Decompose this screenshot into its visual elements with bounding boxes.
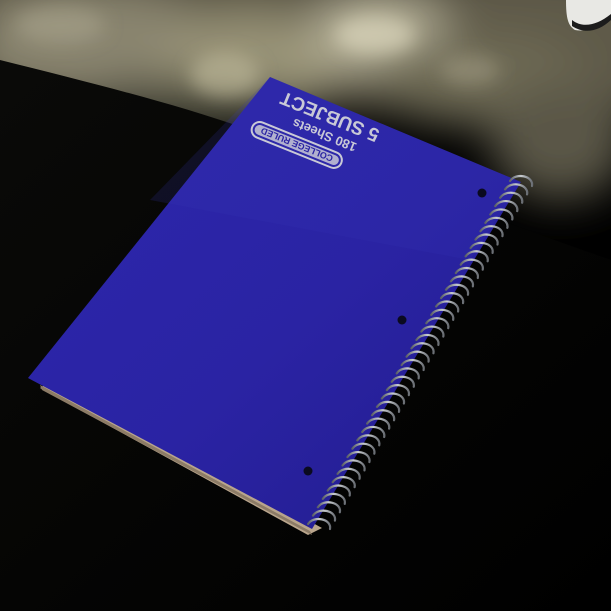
notebook: COLLEGE RULED 180 Sheets 5 SUBJECT (28, 77, 534, 535)
punch-hole-top (477, 188, 487, 198)
photo-scene: COLLEGE RULED 180 Sheets 5 SUBJECT (0, 0, 611, 611)
punch-hole-middle (397, 315, 407, 325)
punch-hole-bottom (303, 466, 313, 476)
